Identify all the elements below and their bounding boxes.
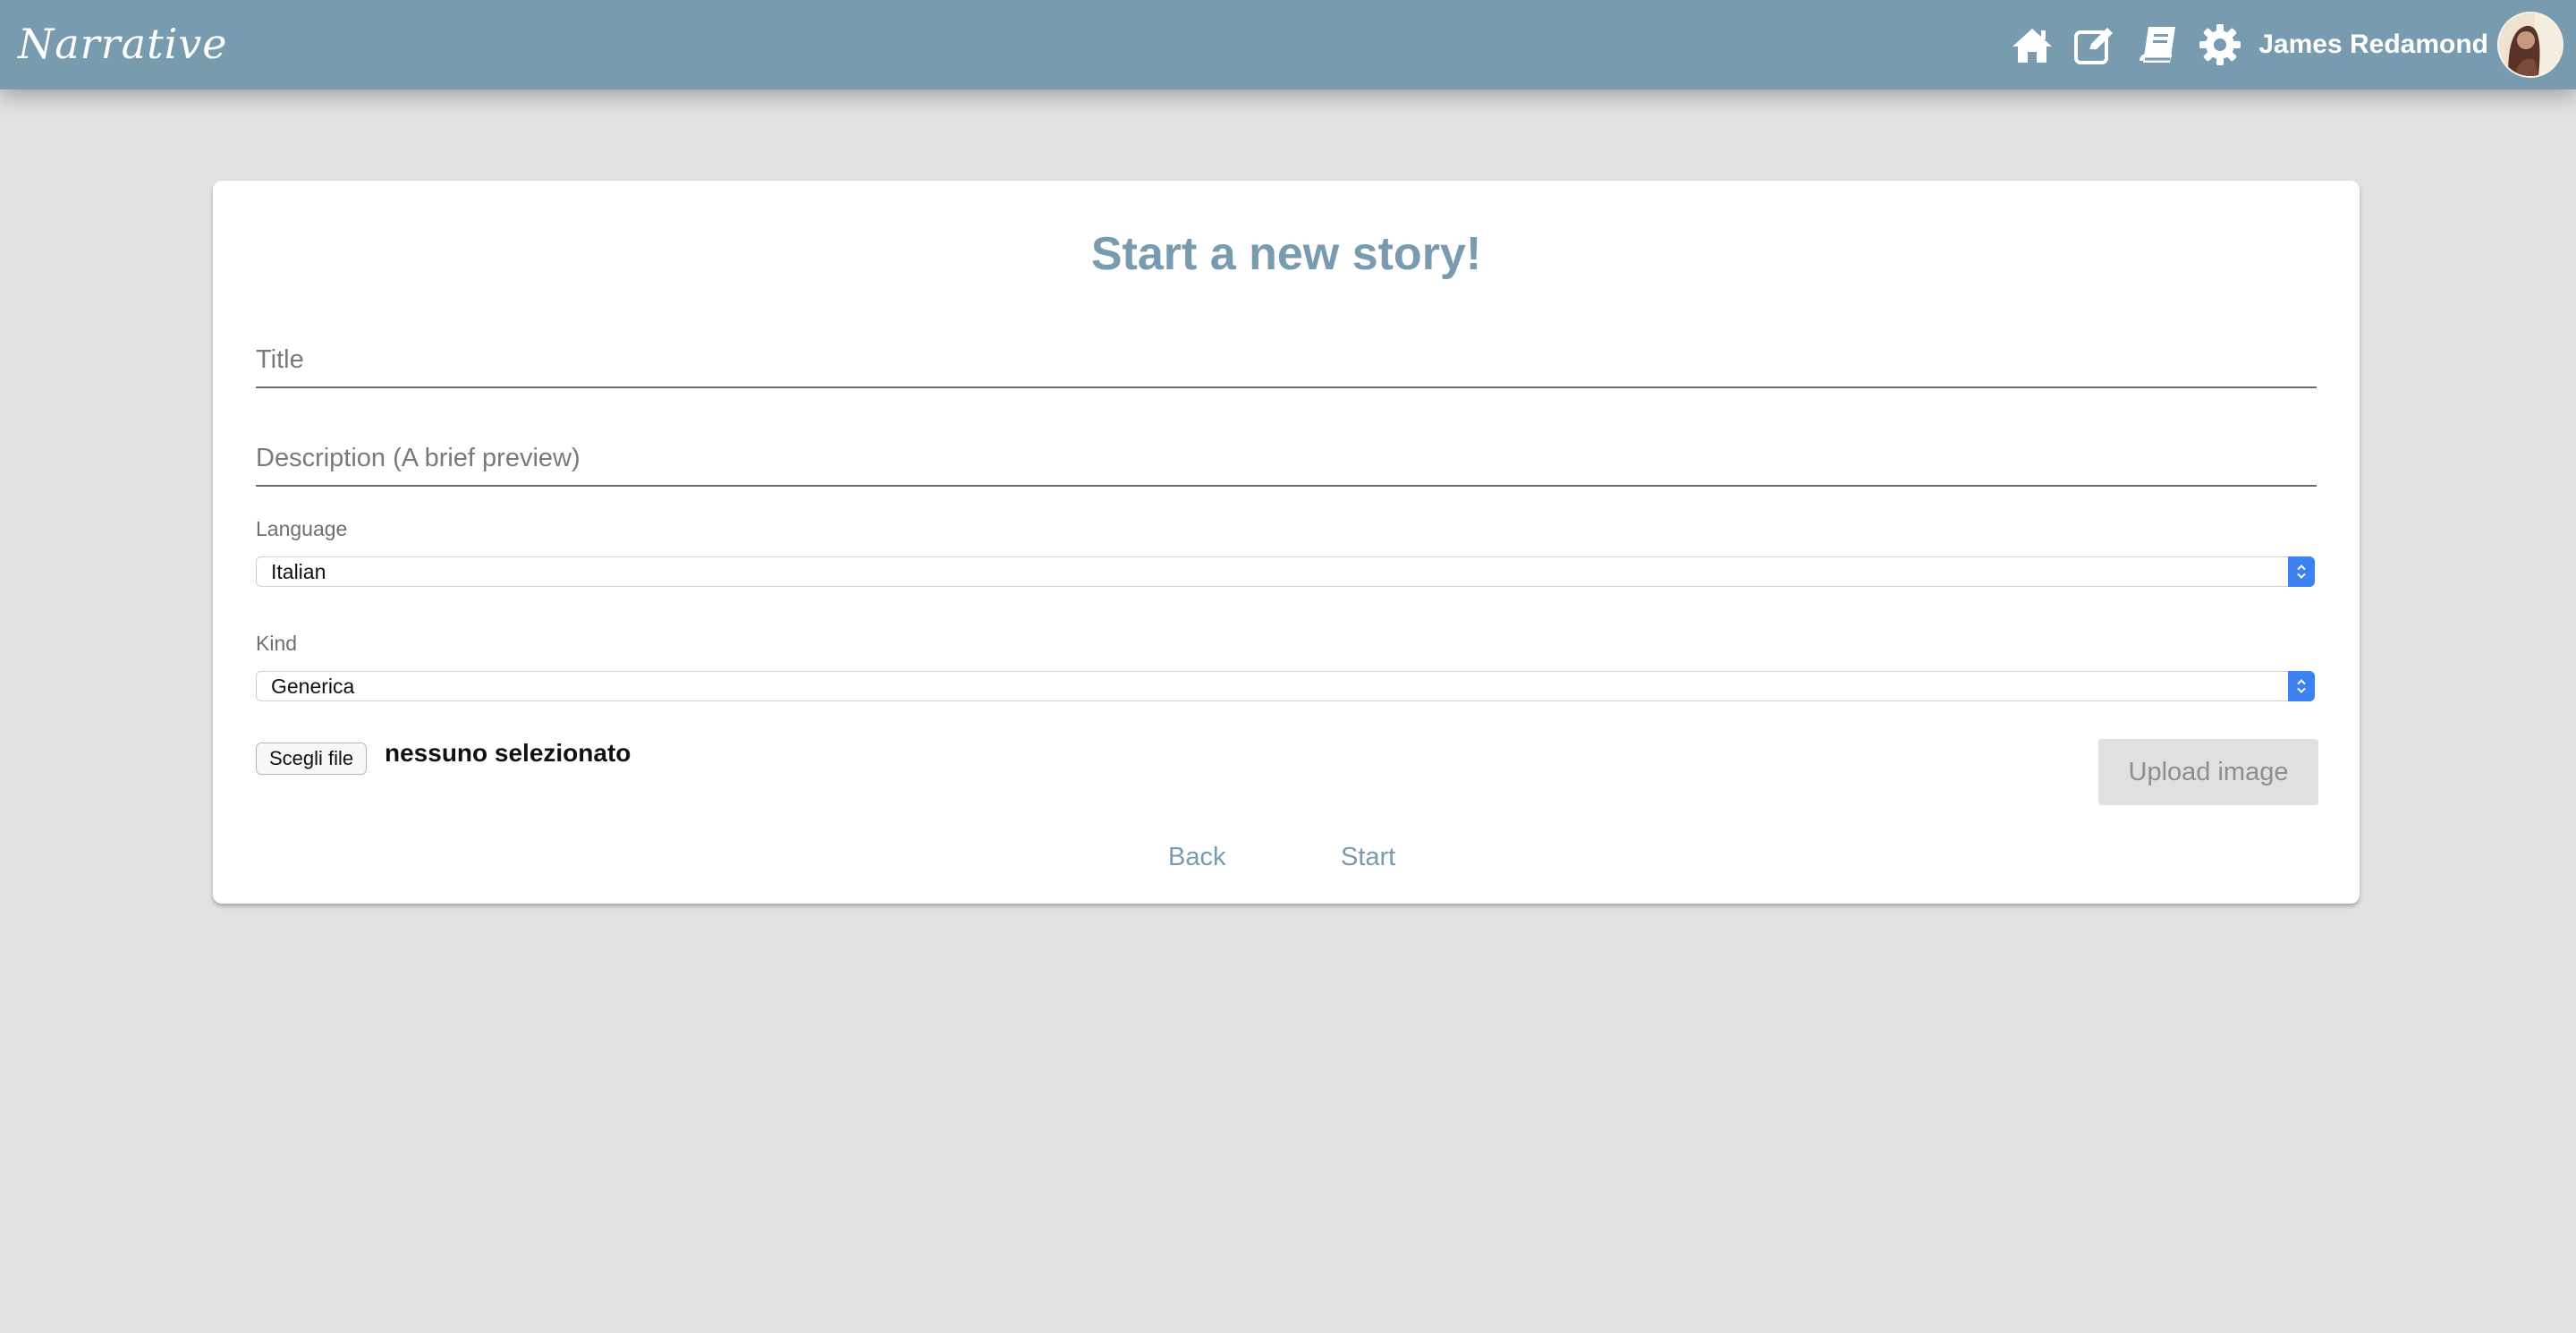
app-logo[interactable]: Narrative [18, 20, 228, 68]
user-name[interactable]: James Redamond [2258, 30, 2488, 60]
file-status-text: nessuno selezionato [385, 739, 631, 767]
language-selected-value: Italian [271, 560, 326, 583]
kind-select[interactable]: Generica [256, 671, 2315, 701]
book-icon[interactable] [2131, 19, 2183, 71]
kind-label: Kind [256, 632, 298, 655]
upload-image-button[interactable]: Upload image [2098, 739, 2318, 805]
select-arrows-icon [2288, 671, 2315, 701]
page-title: Start a new story! [1090, 228, 1482, 280]
new-story-card: Start a new story! Language Italian Kind… [213, 181, 2360, 904]
select-arrows-icon [2288, 556, 2315, 587]
edit-icon[interactable] [2069, 19, 2121, 71]
top-navbar: Narrative James Redamond [0, 0, 2576, 89]
home-icon[interactable] [2006, 19, 2058, 71]
kind-selected-value: Generica [271, 675, 355, 698]
choose-file-button[interactable]: Scegli file [256, 743, 368, 775]
language-select[interactable]: Italian [256, 556, 2315, 587]
description-input[interactable] [256, 431, 2317, 487]
gear-icon[interactable] [2194, 19, 2246, 71]
back-button[interactable]: Back [1168, 843, 1225, 872]
title-input[interactable] [256, 333, 2317, 388]
user-avatar[interactable] [2497, 12, 2563, 78]
nav-actions: James Redamond [1996, 0, 2563, 89]
language-label: Language [256, 517, 348, 540]
start-button[interactable]: Start [1341, 843, 1395, 872]
